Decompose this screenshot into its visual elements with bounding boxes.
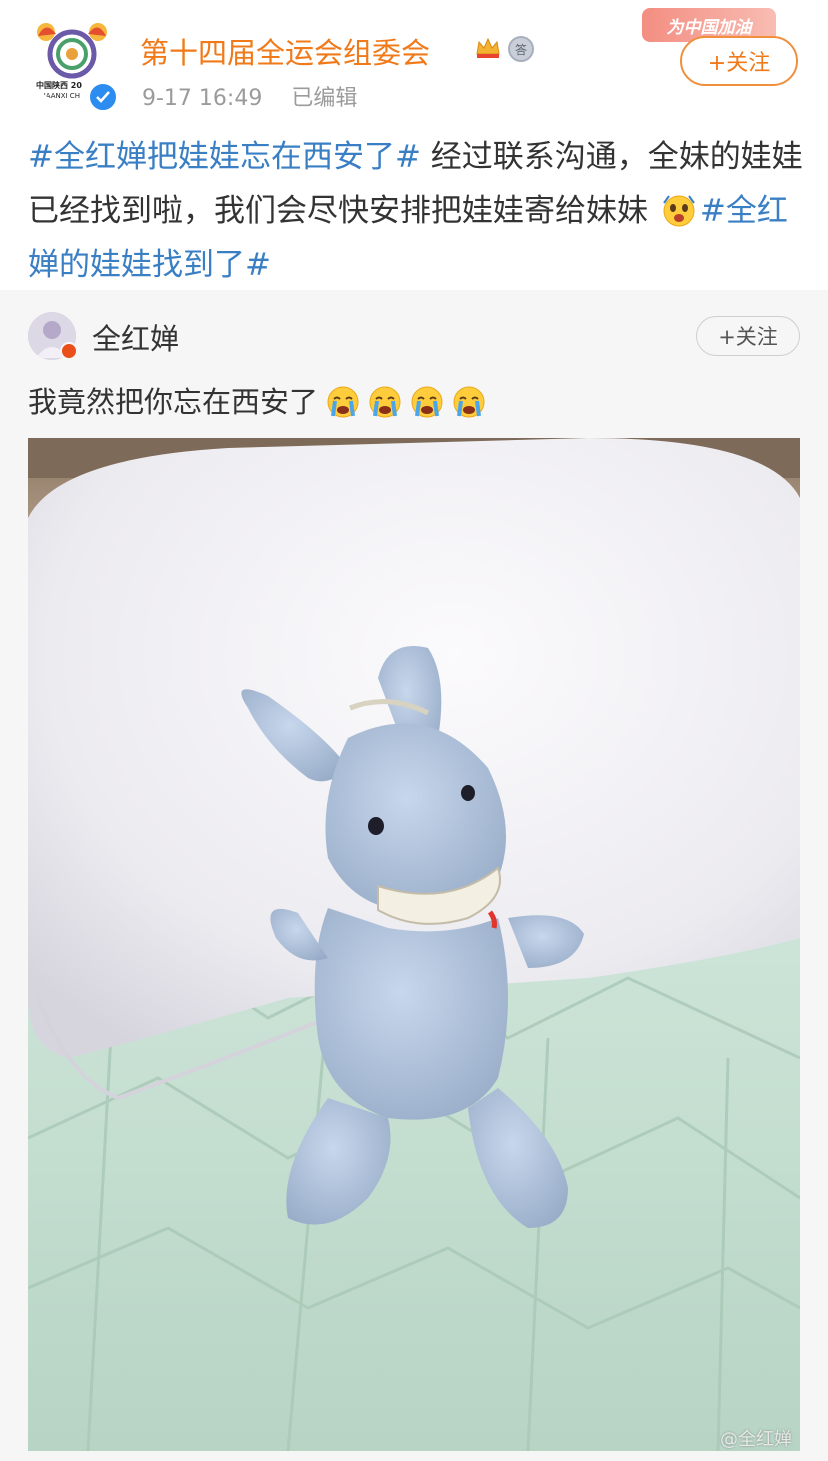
repost-author-name[interactable]: 全红婵 (92, 316, 179, 358)
post-body: #全红婵把娃娃忘在西安了# 经过联系沟通，全妹的娃娃已经找到啦，我们会尽快安排把… (28, 130, 803, 292)
verified-check-icon (88, 82, 118, 112)
post-header: 中国陕西 20 SHAANXI CH 第十四届全运会组委会 答 9-17 16:… (0, 0, 828, 118)
photo-watermark: @全红婵 (720, 1429, 792, 1450)
logo-subtext: SHAANXI CH (36, 92, 80, 100)
repost-text-content: 我竟然把你忘在西安了 (28, 385, 319, 419)
edited-label[interactable]: 已编辑 (291, 86, 357, 111)
crying-face-emoji-icon (452, 385, 486, 419)
repost-card[interactable]: 全红婵 +关注 我竟然把你忘在西安了 @全红婵 (0, 290, 828, 1461)
plush-donkey-photo (28, 438, 800, 1451)
surprised-face-emoji-icon (662, 190, 696, 227)
crying-face-emoji-icon (326, 385, 360, 419)
verified-badge-icon (60, 342, 78, 360)
logo-text: 中国陕西 20 (36, 81, 82, 90)
repost-text: 我竟然把你忘在西安了 (28, 382, 486, 422)
follow-button[interactable]: +关注 (680, 36, 798, 86)
post-timestamp: 9-17 16:49 (142, 86, 263, 111)
medal-glyph: 答 (514, 42, 527, 57)
author-name[interactable]: 第十四届全运会组委会 (140, 30, 430, 72)
topic-link-1[interactable]: #全红婵把娃娃忘在西安了# (28, 139, 421, 175)
post-photo[interactable]: @全红婵 (28, 438, 800, 1451)
crying-face-emoji-icon (410, 385, 444, 419)
crying-face-emoji-icon (368, 385, 402, 419)
crown-vip-icon (474, 36, 502, 60)
repost-follow-button[interactable]: +关注 (696, 316, 800, 356)
post-meta: 9-17 16:49 已编辑 (142, 80, 357, 112)
medal-icon: 答 (508, 36, 534, 62)
